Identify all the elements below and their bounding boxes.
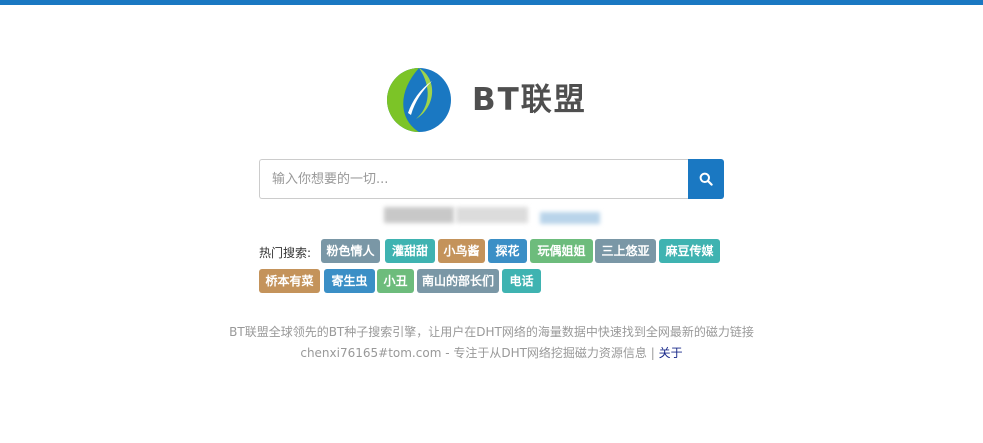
hot-tag[interactable]: 电话 xyxy=(502,269,541,293)
hot-tag[interactable]: 小丑 xyxy=(377,269,414,293)
hot-tag[interactable]: 小鸟酱 xyxy=(438,239,485,263)
hot-tag[interactable]: 桥本有菜 xyxy=(259,269,320,293)
site-logo[interactable]: BT联盟 xyxy=(386,67,587,133)
hot-search-label: 热门搜索: xyxy=(259,246,312,260)
contact-text: chenxi76165#tom.com - 专注于从DHT网络挖掘磁力资源信息 … xyxy=(300,346,655,360)
site-description: BT联盟全球领先的BT种子搜索引擎，让用户在DHT网络的海量数据中快速找到全网最… xyxy=(229,325,754,339)
hot-tag[interactable]: 粉色情人 xyxy=(321,239,380,263)
hot-tag[interactable]: 三上悠亚 xyxy=(595,239,656,263)
search-input[interactable] xyxy=(259,159,688,199)
leaf-logo-icon xyxy=(387,68,451,132)
search-icon xyxy=(699,172,713,186)
hot-tag[interactable]: 寄生虫 xyxy=(324,269,375,293)
hot-tag[interactable]: 玩偶姐姐 xyxy=(530,239,593,263)
footer-contact: chenxi76165#tom.com - 专注于从DHT网络挖掘磁力资源信息 … xyxy=(0,344,983,361)
hot-tag[interactable]: 南山的部长们 xyxy=(417,269,499,293)
hot-tag[interactable]: 探花 xyxy=(488,239,527,263)
brand-name: BT联盟 xyxy=(472,81,587,118)
search-bar xyxy=(259,159,724,199)
search-button[interactable] xyxy=(688,159,724,199)
about-link[interactable]: 关于 xyxy=(659,346,683,360)
top-accent-bar xyxy=(0,0,983,5)
hot-tag[interactable]: 麻豆传媒 xyxy=(659,239,720,263)
hot-tag[interactable]: 灌甜甜 xyxy=(385,239,435,263)
